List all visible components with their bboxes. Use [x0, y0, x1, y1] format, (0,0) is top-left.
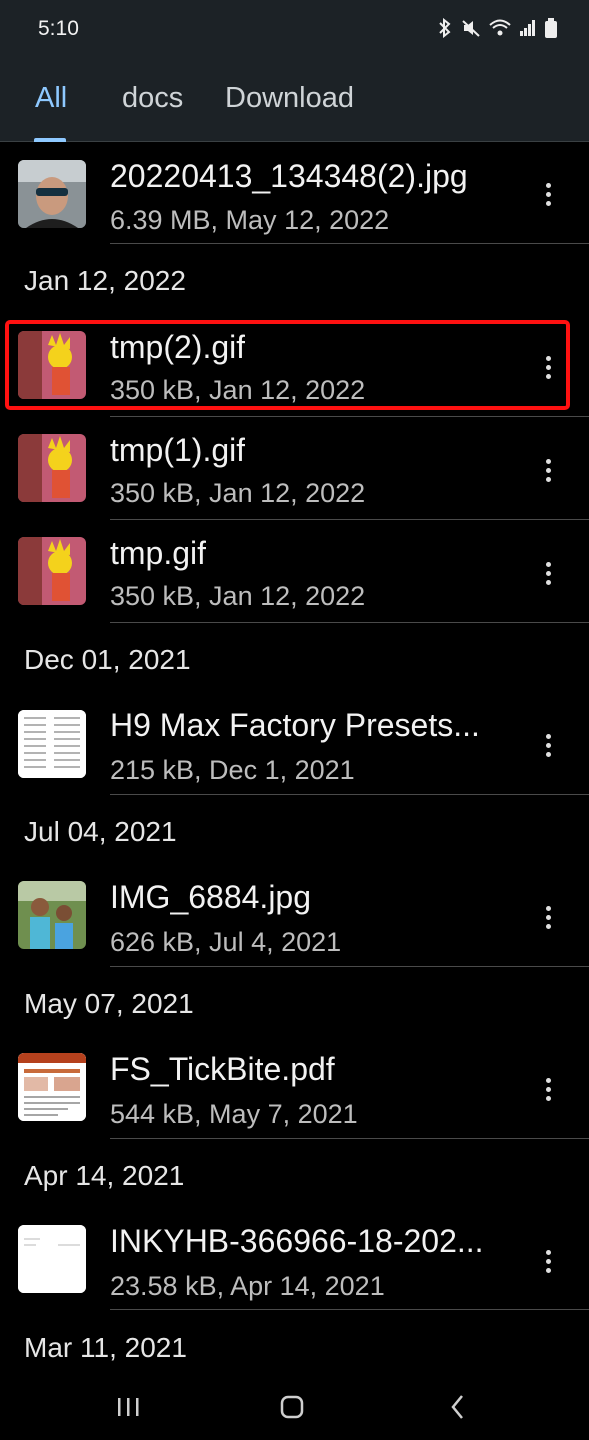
photo-man-icon	[18, 160, 86, 228]
recent-apps-icon[interactable]	[116, 1392, 140, 1422]
bluetooth-icon	[439, 18, 451, 38]
home-icon[interactable]	[279, 1392, 305, 1422]
gif-cartoon-icon	[18, 537, 86, 605]
gif-cartoon-icon	[18, 434, 86, 502]
section-header: Apr 14, 2021	[24, 1160, 185, 1191]
navigation-bar	[0, 1380, 589, 1440]
file-row[interactable]: IMG_6884.jpg 626 kB, Jul 4, 2021	[0, 867, 589, 969]
file-row[interactable]: tmp.gif 350 kB, Jan 12, 2022	[0, 521, 589, 623]
file-row[interactable]: 20220413_134348(2).jpg 6.39 MB, May 12, …	[0, 150, 589, 252]
file-meta: 626 kB, Jul 4, 2021	[110, 927, 342, 957]
more-options-icon[interactable]	[532, 1241, 564, 1281]
section-header: Jan 12, 2022	[24, 265, 186, 296]
file-name: IMG_6884.jpg	[110, 879, 312, 915]
more-options-icon[interactable]	[532, 450, 564, 490]
document-icon	[18, 1225, 86, 1293]
divider	[110, 519, 589, 520]
status-time: 5:10	[38, 17, 79, 40]
tab-active-indicator	[34, 138, 66, 142]
more-options-icon[interactable]	[532, 897, 564, 937]
signal-icon	[520, 20, 535, 36]
battery-icon	[545, 18, 557, 38]
divider	[110, 966, 589, 967]
more-options-icon[interactable]	[532, 725, 564, 765]
section-header: Mar 11, 2021	[24, 1332, 187, 1363]
file-name: 20220413_134348(2).jpg	[110, 158, 468, 194]
file-name: FS_TickBite.pdf	[110, 1051, 335, 1087]
file-meta: 215 kB, Dec 1, 2021	[110, 755, 355, 785]
more-options-icon[interactable]	[532, 1069, 564, 1109]
file-row[interactable]: H9 Max Factory Presets... 215 kB, Dec 1,…	[0, 695, 589, 797]
mute-icon	[462, 20, 480, 37]
divider	[110, 622, 589, 623]
divider	[110, 794, 589, 795]
divider	[110, 1138, 589, 1139]
file-meta: 6.39 MB, May 12, 2022	[110, 205, 390, 235]
tab-bar: All docs Download	[0, 52, 589, 142]
file-meta: 544 kB, May 7, 2021	[110, 1099, 358, 1129]
file-meta: 350 kB, Jan 12, 2022	[110, 478, 366, 508]
more-options-icon[interactable]	[532, 174, 564, 214]
status-bar: 5:10	[0, 0, 589, 52]
section-header: Jul 04, 2021	[24, 816, 177, 847]
file-name: tmp.gif	[110, 535, 207, 571]
more-options-icon[interactable]	[532, 553, 564, 593]
tab-download[interactable]: Download	[225, 82, 354, 115]
section-header: May 07, 2021	[24, 988, 194, 1019]
file-name: tmp(1).gif	[110, 432, 246, 468]
file-row[interactable]: tmp(1).gif 350 kB, Jan 12, 2022	[0, 418, 589, 520]
file-name: INKYHB-366966-18-202...	[110, 1223, 484, 1259]
divider	[110, 416, 589, 417]
divider	[110, 243, 589, 244]
back-icon[interactable]	[448, 1392, 468, 1422]
tab-all[interactable]: All	[35, 82, 67, 115]
file-row[interactable]: INKYHB-366966-18-202... 23.58 kB, Apr 14…	[0, 1211, 589, 1313]
divider	[110, 1309, 589, 1310]
highlight-box	[5, 320, 570, 410]
file-name: H9 Max Factory Presets...	[110, 707, 480, 743]
document-icon	[18, 710, 86, 778]
file-row[interactable]: FS_TickBite.pdf 544 kB, May 7, 2021	[0, 1039, 589, 1141]
section-header: Dec 01, 2021	[24, 644, 191, 675]
file-meta: 350 kB, Jan 12, 2022	[110, 581, 366, 611]
wifi-icon	[489, 19, 511, 36]
pdf-icon	[18, 1053, 86, 1121]
tab-docs[interactable]: docs	[122, 82, 183, 115]
status-icons	[437, 18, 557, 38]
file-meta: 23.58 kB, Apr 14, 2021	[110, 1271, 385, 1301]
photo-kids-icon	[18, 881, 86, 949]
